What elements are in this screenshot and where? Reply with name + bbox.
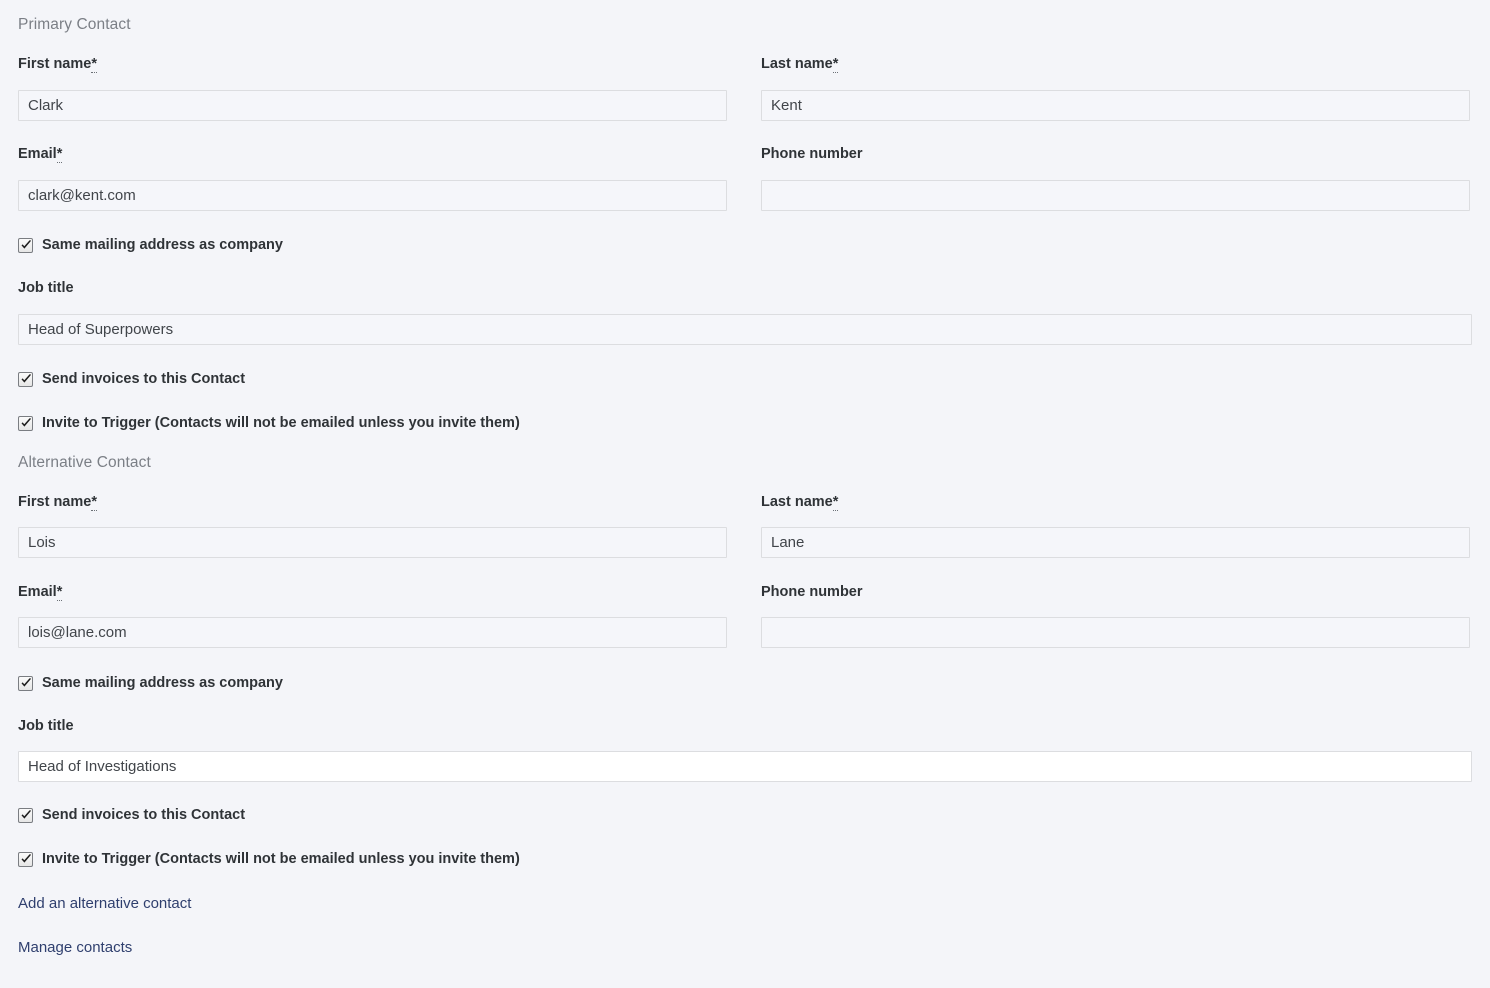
primary-name-row: First name* Last name* (18, 57, 1470, 72)
alternative-phone-input-wrap (761, 617, 1470, 648)
section-heading-label: Primary Contact (18, 16, 131, 33)
alternative-contact-input-row (18, 617, 1470, 648)
check-icon[interactable] (18, 808, 33, 823)
section-heading-primary-contact: Primary Contact (18, 16, 131, 34)
section-heading-label: Alternative Contact (18, 454, 151, 471)
primary-email-field: Email* (18, 147, 727, 162)
primary-name-input-row (18, 90, 1470, 121)
primary-last-name-label-text: Last name (761, 56, 833, 72)
primary-first-name-label-text: First name (18, 56, 91, 72)
primary-first-name-field: First name* (18, 57, 727, 72)
check-icon[interactable] (18, 852, 33, 867)
alternative-send-invoices-label[interactable]: Send invoices to this Contact (42, 808, 245, 823)
alternative-same-mailing-address-row[interactable]: Same mailing address as company (18, 676, 283, 691)
required-marker: * (91, 56, 97, 73)
alternative-invite-to-trigger-row[interactable]: Invite to Trigger (Contacts will not be … (18, 852, 520, 867)
primary-first-name-label: First name* (18, 57, 727, 72)
check-icon[interactable] (18, 416, 33, 431)
alternative-first-name-label-text: First name (18, 494, 91, 510)
alternative-email-label: Email* (18, 585, 727, 600)
alternative-send-invoices-row[interactable]: Send invoices to this Contact (18, 808, 245, 823)
alternative-first-name-input[interactable] (18, 527, 727, 558)
primary-phone-input[interactable] (761, 180, 1470, 211)
primary-invite-to-trigger-label[interactable]: Invite to Trigger (Contacts will not be … (42, 416, 520, 431)
primary-contact-row: Email* Phone number (18, 147, 1470, 162)
primary-send-invoices-label[interactable]: Send invoices to this Contact (42, 372, 245, 387)
alternative-email-input-wrap (18, 617, 727, 648)
primary-job-title-input[interactable] (18, 314, 1472, 345)
primary-email-label: Email* (18, 147, 727, 162)
required-marker: * (91, 494, 97, 511)
alternative-job-title-label: Job title (18, 719, 74, 734)
required-marker: * (833, 494, 839, 511)
primary-last-name-input-wrap (761, 90, 1470, 121)
required-marker: * (57, 146, 63, 163)
alternative-email-field: Email* (18, 585, 727, 600)
alternative-last-name-input-wrap (761, 527, 1470, 558)
primary-first-name-input-wrap (18, 90, 727, 121)
alternative-same-mailing-address-label[interactable]: Same mailing address as company (42, 676, 283, 691)
alternative-phone-field: Phone number (761, 585, 1470, 600)
required-marker: * (57, 584, 63, 601)
contact-details-form: Primary Contact First name* Last name* E… (0, 0, 1490, 988)
primary-last-name-input[interactable] (761, 90, 1470, 121)
primary-email-label-text: Email (18, 146, 57, 162)
primary-first-name-input[interactable] (18, 90, 727, 121)
primary-phone-input-wrap (761, 180, 1470, 211)
alternative-last-name-label: Last name* (761, 495, 1470, 510)
alternative-email-input[interactable] (18, 617, 727, 648)
primary-email-input[interactable] (18, 180, 727, 211)
primary-phone-field: Phone number (761, 147, 1470, 162)
check-icon[interactable] (18, 372, 33, 387)
primary-job-title-label: Job title (18, 281, 74, 296)
alternative-contact-row: Email* Phone number (18, 585, 1470, 600)
alternative-first-name-field: First name* (18, 495, 727, 510)
primary-job-title-field: Job title (18, 281, 74, 296)
primary-send-invoices-row[interactable]: Send invoices to this Contact (18, 372, 245, 387)
primary-email-input-wrap (18, 180, 727, 211)
section-heading-alternative-contact: Alternative Contact (18, 454, 151, 472)
primary-job-title-input-wrap (18, 314, 1472, 345)
alternative-phone-input[interactable] (761, 617, 1470, 648)
alternative-first-name-input-wrap (18, 527, 727, 558)
check-icon[interactable] (18, 676, 33, 691)
alternative-job-title-field: Job title (18, 719, 74, 734)
manage-contacts-link[interactable]: Manage contacts (18, 939, 132, 956)
required-marker: * (833, 56, 839, 73)
alternative-job-title-input[interactable] (18, 751, 1472, 782)
alternative-name-input-row (18, 527, 1470, 558)
alternative-last-name-label-text: Last name (761, 494, 833, 510)
check-icon[interactable] (18, 238, 33, 253)
primary-contact-input-row (18, 180, 1470, 211)
alternative-invite-to-trigger-label[interactable]: Invite to Trigger (Contacts will not be … (42, 852, 520, 867)
alternative-name-row: First name* Last name* (18, 495, 1470, 510)
primary-last-name-label: Last name* (761, 57, 1470, 72)
primary-same-mailing-address-label[interactable]: Same mailing address as company (42, 238, 283, 253)
alternative-first-name-label: First name* (18, 495, 727, 510)
manage-contacts-link-wrap: Manage contacts (18, 939, 132, 956)
alternative-last-name-input[interactable] (761, 527, 1470, 558)
primary-phone-label: Phone number (761, 147, 1470, 162)
add-alternative-contact-link[interactable]: Add an alternative contact (18, 895, 191, 912)
primary-invite-to-trigger-row[interactable]: Invite to Trigger (Contacts will not be … (18, 416, 520, 431)
add-alternative-contact-link-wrap: Add an alternative contact (18, 895, 191, 912)
primary-same-mailing-address-row[interactable]: Same mailing address as company (18, 238, 283, 253)
alternative-email-label-text: Email (18, 584, 57, 600)
alternative-job-title-input-wrap (18, 751, 1472, 782)
alternative-phone-label: Phone number (761, 585, 1470, 600)
primary-last-name-field: Last name* (761, 57, 1470, 72)
alternative-last-name-field: Last name* (761, 495, 1470, 510)
